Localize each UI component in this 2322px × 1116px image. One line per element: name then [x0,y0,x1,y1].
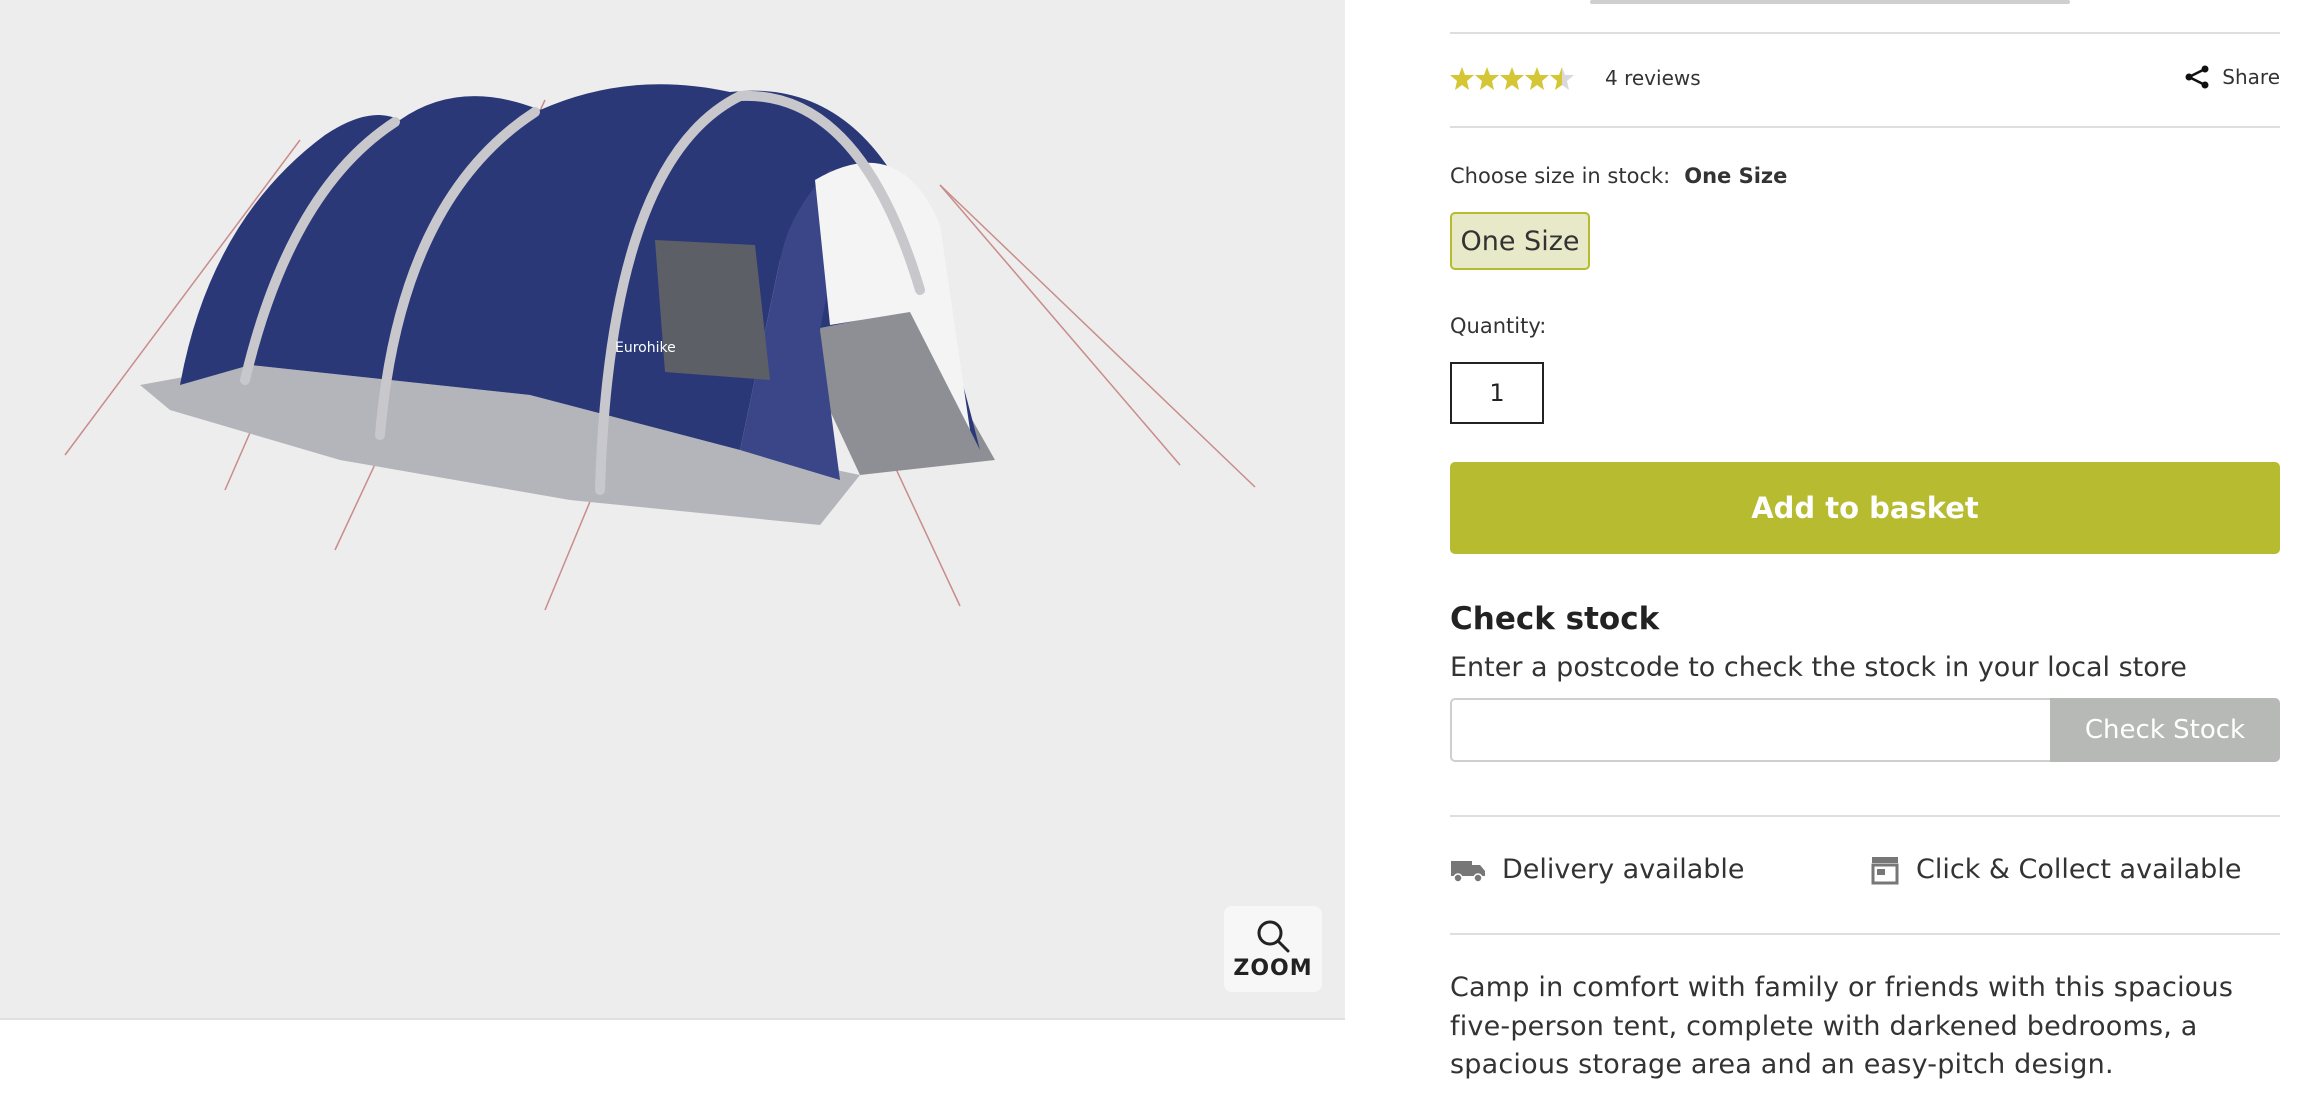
cut-off-text [1590,0,2070,4]
size-option-one-size[interactable]: One Size [1450,212,1590,270]
quantity-label: Quantity: [1450,314,1547,338]
store-icon [1871,856,1899,884]
divider [1450,32,2280,34]
search-icon [1257,920,1290,952]
tent-brand-logo: Eurohike [615,340,676,356]
star-rating[interactable] [1450,64,1580,94]
size-label: Choose size in stock: One Size [1450,164,1787,188]
divider [1450,126,2280,128]
product-image[interactable]: Eurohike [40,50,1280,640]
postcode-input[interactable] [1450,698,2050,762]
zoom-button[interactable]: ZOOM [1224,906,1322,992]
size-label-text: Choose size in stock: [1450,164,1671,188]
share-button[interactable]: Share [2184,64,2280,90]
truck-icon [1451,860,1485,883]
zoom-label: ZOOM [1233,955,1313,981]
collect-availability: Click & Collect available [1870,854,2241,885]
size-selected: One Size [1684,164,1788,188]
check-stock-button[interactable]: Check Stock [2050,698,2280,762]
star-icons [1450,67,1574,90]
collect-label: Click & Collect available [1916,854,2242,885]
quantity-input[interactable] [1450,362,1544,424]
check-stock-title: Check stock [1450,601,1660,637]
divider [1450,815,2280,817]
share-label: Share [2222,65,2280,89]
product-gallery: Eurohike ZOOM [0,0,1345,1020]
share-icon [2185,65,2209,89]
delivery-availability: Delivery available [1450,854,1745,885]
check-stock-subtitle: Enter a postcode to check the stock in y… [1450,652,2187,683]
product-description: Camp in comfort with family or friends w… [1450,972,2234,1080]
add-to-basket-button[interactable]: Add to basket [1450,462,2280,554]
divider [1450,933,2280,935]
reviews-link[interactable]: 4 reviews [1605,66,1701,90]
delivery-label: Delivery available [1502,854,1745,885]
